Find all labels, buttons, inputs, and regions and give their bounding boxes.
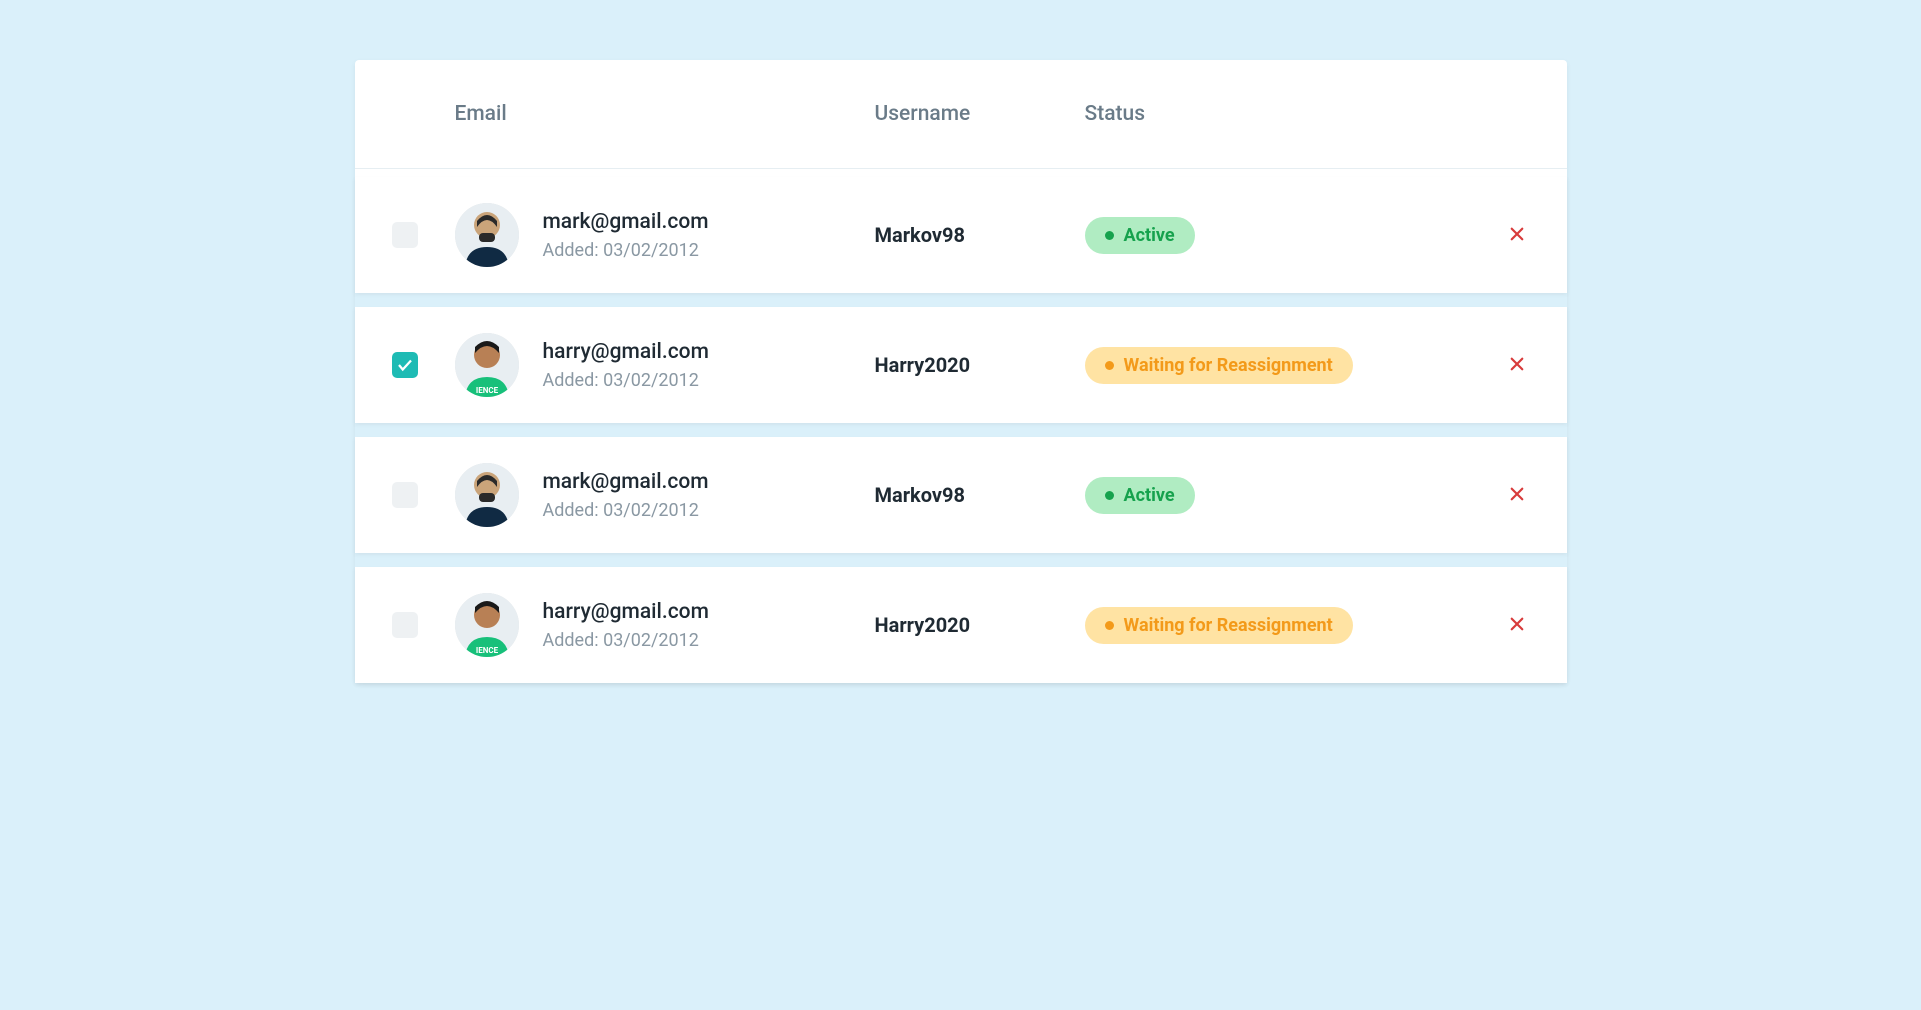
user-table: Email Username Status mark@gmail.com Add…	[355, 60, 1567, 683]
status-label: Active	[1124, 225, 1175, 246]
table-header: Email Username Status	[355, 60, 1567, 169]
row-checkbox[interactable]	[392, 482, 418, 508]
status-label: Active	[1124, 485, 1175, 506]
status-badge: Active	[1085, 217, 1195, 254]
table-row: mark@gmail.com Added: 03/02/2012 Markov9…	[355, 177, 1567, 293]
status-dot-icon	[1105, 231, 1114, 240]
username-text: Harry2020	[875, 353, 1085, 377]
delete-button[interactable]	[1502, 479, 1532, 512]
delete-button[interactable]	[1502, 349, 1532, 382]
cell-status: Waiting for Reassignment	[1085, 607, 1467, 644]
status-badge: Active	[1085, 477, 1195, 514]
cell-status: Active	[1085, 217, 1467, 254]
cell-checkbox	[355, 352, 455, 378]
avatar: IENCE	[455, 333, 519, 397]
cell-delete	[1467, 349, 1567, 382]
status-label: Waiting for Reassignment	[1124, 355, 1333, 376]
added-date: Added: 03/02/2012	[543, 240, 709, 261]
status-badge: Waiting for Reassignment	[1085, 347, 1353, 384]
table-body: mark@gmail.com Added: 03/02/2012 Markov9…	[355, 177, 1567, 683]
cell-email: IENCE harry@gmail.com Added: 03/02/2012	[455, 333, 875, 397]
cell-checkbox	[355, 222, 455, 248]
svg-text:IENCE: IENCE	[475, 386, 498, 395]
close-icon	[1508, 615, 1526, 633]
row-checkbox[interactable]	[392, 612, 418, 638]
cell-checkbox	[355, 612, 455, 638]
cell-checkbox	[355, 482, 455, 508]
table-row: IENCE harry@gmail.com Added: 03/02/2012 …	[355, 307, 1567, 423]
cell-delete	[1467, 219, 1567, 252]
email-info: harry@gmail.com Added: 03/02/2012	[543, 340, 709, 391]
row-checkbox[interactable]	[392, 222, 418, 248]
added-date: Added: 03/02/2012	[543, 630, 709, 651]
close-icon	[1508, 355, 1526, 373]
header-username: Username	[875, 102, 1085, 126]
status-label: Waiting for Reassignment	[1124, 615, 1333, 636]
svg-text:IENCE: IENCE	[475, 646, 498, 655]
delete-button[interactable]	[1502, 219, 1532, 252]
cell-email: mark@gmail.com Added: 03/02/2012	[455, 203, 875, 267]
email-info: mark@gmail.com Added: 03/02/2012	[543, 470, 709, 521]
cell-delete	[1467, 609, 1567, 642]
user-table-container: Email Username Status mark@gmail.com Add…	[355, 60, 1567, 683]
email-info: mark@gmail.com Added: 03/02/2012	[543, 210, 709, 261]
close-icon	[1508, 485, 1526, 503]
email-text: mark@gmail.com	[543, 470, 709, 494]
status-dot-icon	[1105, 621, 1114, 630]
username-text: Markov98	[875, 223, 1085, 247]
close-icon	[1508, 225, 1526, 243]
added-date: Added: 03/02/2012	[543, 500, 709, 521]
cell-status: Active	[1085, 477, 1467, 514]
email-text: harry@gmail.com	[543, 600, 709, 624]
avatar	[455, 463, 519, 527]
avatar: IENCE	[455, 593, 519, 657]
delete-button[interactable]	[1502, 609, 1532, 642]
username-text: Markov98	[875, 483, 1085, 507]
header-status: Status	[1085, 102, 1467, 126]
email-text: mark@gmail.com	[543, 210, 709, 234]
cell-email: IENCE harry@gmail.com Added: 03/02/2012	[455, 593, 875, 657]
row-checkbox[interactable]	[392, 352, 418, 378]
cell-status: Waiting for Reassignment	[1085, 347, 1467, 384]
username-text: Harry2020	[875, 613, 1085, 637]
email-info: harry@gmail.com Added: 03/02/2012	[543, 600, 709, 651]
table-row: mark@gmail.com Added: 03/02/2012 Markov9…	[355, 437, 1567, 553]
cell-delete	[1467, 479, 1567, 512]
status-badge: Waiting for Reassignment	[1085, 607, 1353, 644]
table-row: IENCE harry@gmail.com Added: 03/02/2012 …	[355, 567, 1567, 683]
added-date: Added: 03/02/2012	[543, 370, 709, 391]
header-email: Email	[455, 102, 875, 126]
status-dot-icon	[1105, 491, 1114, 500]
cell-email: mark@gmail.com Added: 03/02/2012	[455, 463, 875, 527]
email-text: harry@gmail.com	[543, 340, 709, 364]
avatar	[455, 203, 519, 267]
status-dot-icon	[1105, 361, 1114, 370]
